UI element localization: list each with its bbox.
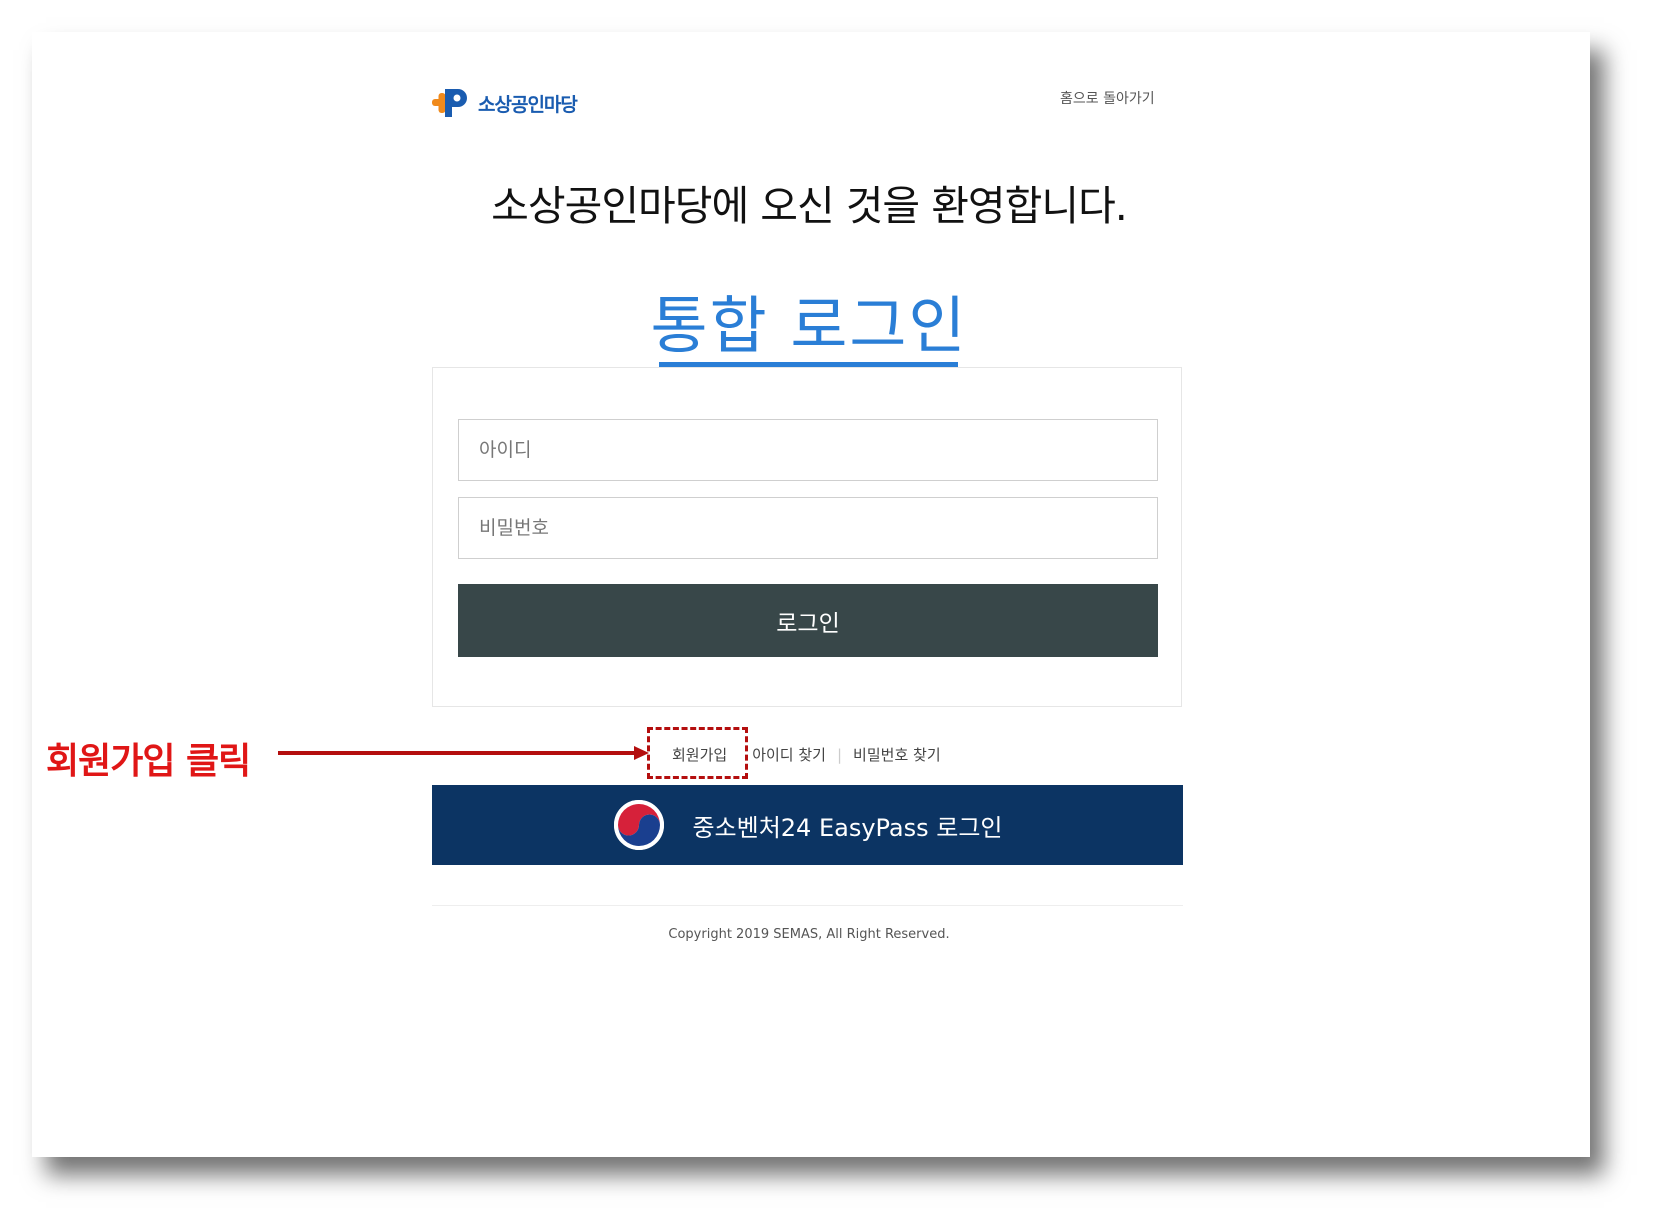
welcome-heading: 소상공인마당에 오신 것을 환영합니다. <box>491 182 1128 230</box>
highlight-box <box>647 727 748 779</box>
login-title: 통합 로그인 <box>650 289 968 362</box>
copyright-text: Copyright 2019 SEMAS, All Right Reserved… <box>668 927 950 942</box>
easypass-label: 중소벤처24 EasyPass 로그인 <box>692 813 1003 842</box>
site-logo[interactable]: 소상공인마당 <box>432 85 578 121</box>
taegeuk-emblem-icon <box>614 800 665 850</box>
footer-divider <box>432 905 1183 906</box>
easypass-login-button[interactable]: 중소벤처24 EasyPass 로그인 <box>432 785 1183 865</box>
id-input[interactable] <box>458 419 1158 481</box>
find-id-link[interactable]: 아이디 찾기 <box>752 744 826 765</box>
login-button[interactable]: 로그인 <box>458 584 1158 657</box>
find-password-link[interactable]: 비밀번호 찾기 <box>853 744 941 765</box>
link-separator: | <box>836 745 843 764</box>
annotation-arrow-icon <box>278 746 649 760</box>
home-link[interactable]: 홈으로 돌아가기 <box>1060 88 1155 108</box>
logo-icon <box>432 89 467 117</box>
password-input[interactable] <box>458 497 1158 559</box>
logo-text: 소상공인마당 <box>478 93 578 116</box>
annotation-label: 회원가입 클릭 <box>46 741 251 782</box>
